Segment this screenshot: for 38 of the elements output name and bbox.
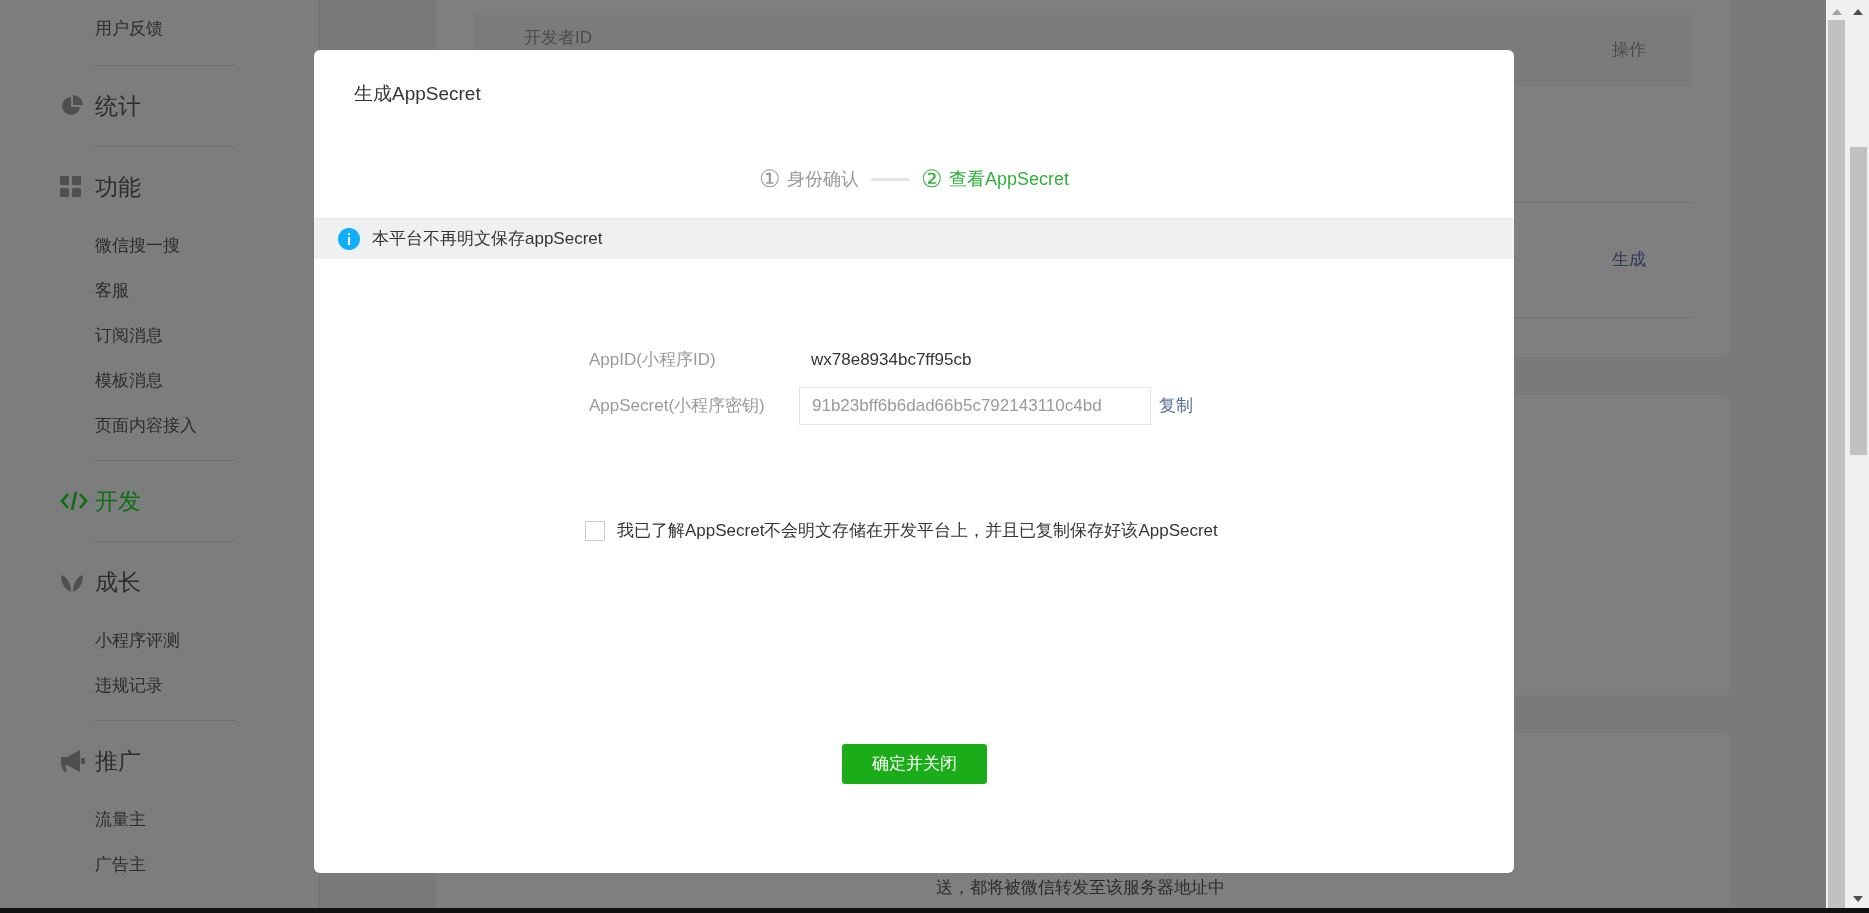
sidebar-item[interactable]: 客服 <box>95 277 129 304</box>
scrollbar[interactable] <box>1847 0 1869 908</box>
field-value: wx78e8934bc7ff95cb <box>811 349 972 372</box>
sidebar-item[interactable]: 广告主 <box>95 851 146 878</box>
sidebar-item[interactable]: 模板消息 <box>95 367 163 394</box>
sidebar-item[interactable]: 流量主 <box>95 806 146 833</box>
scrollbar-thumb[interactable] <box>1849 147 1867 455</box>
sidebar-item[interactable]: 页面内容接入 <box>95 412 197 439</box>
sidebar-section[interactable]: 推广 <box>95 743 141 779</box>
dialog-title: 生成AppSecret <box>354 83 481 104</box>
sidebar-item[interactable]: 微信搜一搜 <box>95 232 180 259</box>
pie-chart-icon <box>60 94 84 118</box>
step-indicator: ② 查看AppSecret <box>920 165 1070 193</box>
checkbox[interactable] <box>585 520 605 541</box>
code-icon <box>60 491 88 511</box>
sidebar-section[interactable]: 统计 <box>95 88 141 124</box>
description-text: 送，都将被微信转发至该服务器地址中 <box>936 876 1225 899</box>
megaphone-icon <box>60 749 86 773</box>
sidebar-item[interactable]: 用户反馈 <box>95 15 163 42</box>
sidebar-item[interactable]: 违规记录 <box>95 672 163 699</box>
sidebar-section[interactable]: 功能 <box>95 169 141 205</box>
secret-field[interactable]: 91b23bff6b6dad66b5c792143110c4bd <box>799 387 1151 425</box>
sidebar-item[interactable]: 订阅消息 <box>95 322 163 349</box>
grid-icon <box>60 176 82 198</box>
notice-text: 本平台不再明文保存appSecret <box>372 228 603 251</box>
sidebar-item[interactable]: 小程序评测 <box>95 627 180 654</box>
checkbox-label: 我已了解AppSecret不会明文存储在开发平台上，并且已复制保存好该AppSecret <box>617 520 1218 542</box>
field-label: AppSecret(小程序密钥) <box>589 395 766 418</box>
scroll-up-icon[interactable] <box>1853 9 1863 15</box>
step-indicator: ① 身份确认 <box>758 165 859 193</box>
copy-link[interactable]: 复制 <box>1159 393 1193 419</box>
scrollbar[interactable] <box>1826 0 1847 908</box>
field-label: AppID(小程序ID) <box>589 349 717 372</box>
scroll-down-icon[interactable] <box>1853 896 1863 902</box>
confirm-button[interactable]: 确定并关闭 <box>841 743 987 784</box>
generate-link[interactable]: 生成 <box>1612 247 1646 273</box>
info-icon <box>338 228 360 250</box>
sidebar-section[interactable]: 成长 <box>95 564 141 600</box>
